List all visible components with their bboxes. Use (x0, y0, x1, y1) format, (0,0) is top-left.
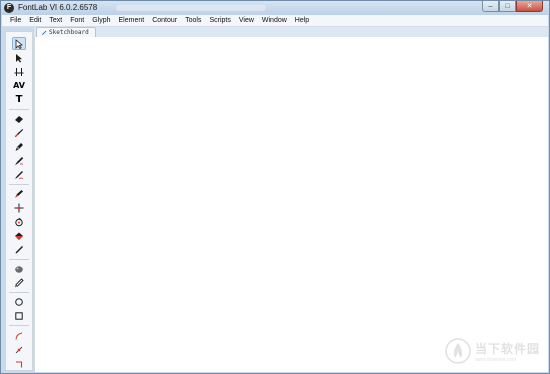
menu-window[interactable]: Window (258, 17, 291, 24)
title-bar-blur (116, 5, 266, 11)
tab-label: Sketchboard (49, 29, 89, 36)
watermark-url: www.downxia.com (474, 356, 517, 363)
menu-element[interactable]: Element (115, 17, 149, 24)
document-tab-bar: Sketchboard (34, 27, 548, 37)
menu-glyph[interactable]: Glyph (88, 17, 114, 24)
eraser-tool-icon[interactable] (12, 112, 26, 125)
metrics-tool-icon[interactable] (12, 65, 26, 78)
knife-tool-icon[interactable] (12, 187, 26, 200)
tool-palette: AV T (5, 31, 33, 371)
menu-edit[interactable]: Edit (25, 17, 45, 24)
tool-separator (9, 292, 29, 293)
paint-bucket-tool-icon[interactable] (12, 229, 26, 242)
menu-bar: File Edit Text Font Glyph Element Contou… (2, 15, 548, 27)
node-tool-icon[interactable] (12, 343, 26, 356)
hand-tool-icon[interactable] (12, 262, 26, 275)
text-tool-label: T (15, 93, 23, 105)
fontlab-logo-icon[interactable]: F (4, 3, 14, 13)
menu-file[interactable]: File (6, 17, 25, 24)
watermark-text: 当下软件园 www.downxia.com (475, 340, 540, 363)
watermark-cn: 当下软件园 (474, 341, 540, 356)
pencil-tool-icon[interactable] (12, 168, 26, 181)
watermark: 当下软件园 www.downxia.com (445, 338, 540, 364)
tab-sketchboard[interactable]: Sketchboard (36, 27, 96, 37)
menu-text[interactable]: Text (45, 17, 66, 24)
maximize-button[interactable]: □ (499, 1, 516, 12)
element-select-tool-icon[interactable] (12, 51, 26, 64)
sketchboard-canvas[interactable]: 当下软件园 www.downxia.com (34, 37, 548, 372)
menu-help[interactable]: Help (291, 17, 313, 24)
ellipse-tool-icon[interactable] (12, 295, 26, 308)
contour-select-tool-icon[interactable] (12, 37, 26, 50)
window-title: FontLab VI 6.0.2.6578 (18, 3, 98, 12)
title-bar[interactable]: F FontLab VI 6.0.2.6578 – □ ✕ (1, 1, 549, 15)
tool-separator (9, 184, 29, 185)
marker-tool-icon[interactable] (12, 243, 26, 256)
fill-tool-icon[interactable] (12, 215, 26, 228)
fountain-pen-tool-icon[interactable] (12, 140, 26, 153)
app-window: F FontLab VI 6.0.2.6578 – □ ✕ File Edit … (0, 0, 550, 374)
close-button[interactable]: ✕ (516, 1, 543, 12)
menu-tools[interactable]: Tools (181, 17, 205, 24)
tool-separator (9, 109, 29, 110)
menu-view[interactable]: View (235, 17, 258, 24)
rectangle-tool-icon[interactable] (12, 309, 26, 322)
rapidograph-tool-icon[interactable] (12, 201, 26, 214)
calligraphy-pen-tool-icon[interactable] (12, 154, 26, 167)
tool-separator (9, 325, 29, 326)
minimize-button[interactable]: – (482, 1, 499, 12)
brush-tool-icon[interactable] (12, 126, 26, 139)
menu-contour[interactable]: Contour (148, 17, 181, 24)
downxia-logo-icon (445, 338, 471, 364)
angle-tool-icon[interactable] (12, 357, 26, 370)
window-controls: – □ ✕ (482, 1, 543, 13)
tool-separator (9, 259, 29, 260)
text-tool-icon[interactable]: T (12, 93, 26, 106)
menu-font[interactable]: Font (66, 17, 88, 24)
corner-tool-icon[interactable] (12, 329, 26, 342)
kerning-tool-label: AV (13, 80, 25, 90)
pen-icon (41, 30, 47, 35)
kerning-tool-icon[interactable]: AV (12, 79, 26, 92)
menu-scripts[interactable]: Scripts (205, 17, 234, 24)
eyedropper-tool-icon[interactable] (12, 276, 26, 289)
